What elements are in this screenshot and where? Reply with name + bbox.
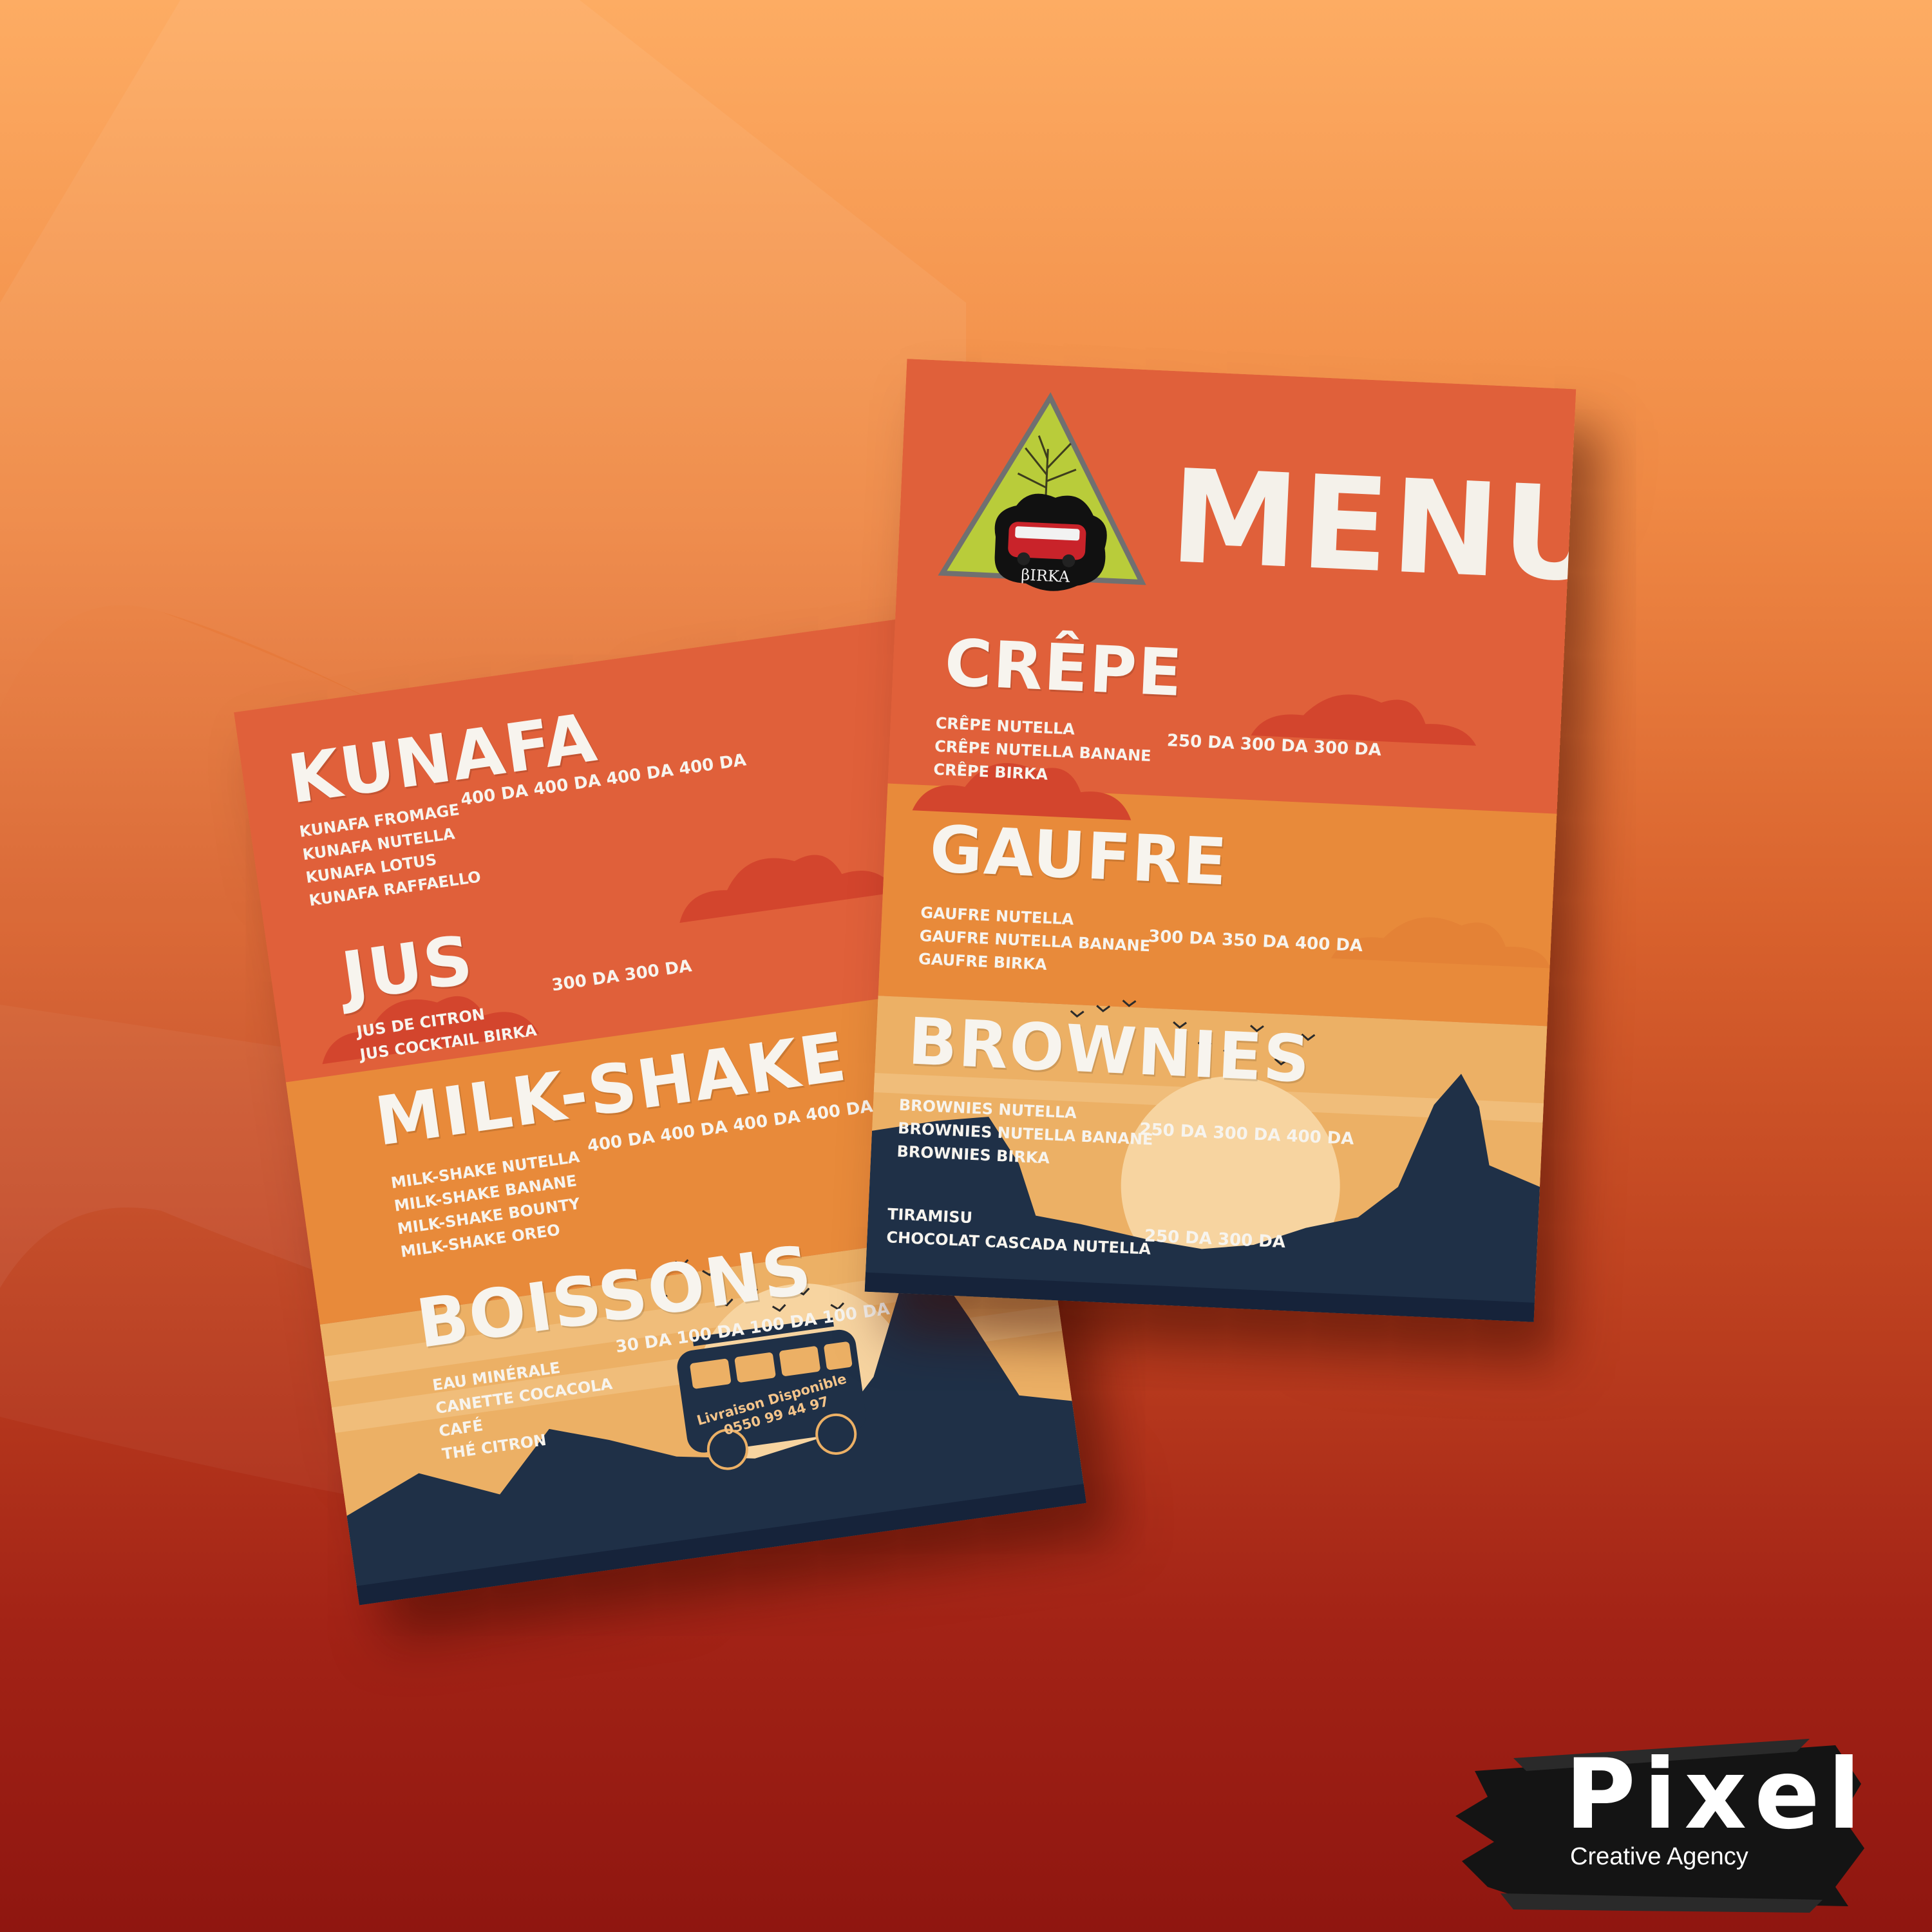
menu-item-price: 400 DA bbox=[1285, 1126, 1355, 1149]
menu-item-price: 400 DA bbox=[1294, 933, 1363, 956]
section-gaufre: GAUFRE bbox=[928, 811, 1229, 900]
section-title-crepe: CRÊPE bbox=[943, 625, 1185, 712]
pixel-agency-logo: Pixel Creative Agency bbox=[1449, 1732, 1868, 1919]
menu-title: MENU bbox=[1167, 442, 1577, 612]
brownies-item-list: BROWNIES NUTELLA BROWNIES NUTELLA BANANE… bbox=[896, 1094, 1155, 1175]
logo-text: βIRKA bbox=[1021, 566, 1071, 586]
birka-logo: βIRKA bbox=[938, 392, 1146, 591]
brand-tagline: Creative Agency bbox=[1570, 1843, 1748, 1870]
section-crepe: CRÊPE bbox=[943, 625, 1184, 711]
gaufre-item-list: GAUFRE NUTELLA GAUFRE NUTELLA BANANE GAU… bbox=[918, 901, 1151, 981]
menu-item-price: 250 DA bbox=[1144, 1226, 1213, 1249]
brand-name: Pixel bbox=[1565, 1739, 1869, 1851]
mockup-scene: KUNAFA KUNAFA FROMAGE KUNAFA NUTELLA KUN… bbox=[0, 0, 1932, 1932]
menu-item-price: 300 DA bbox=[1148, 927, 1217, 949]
menu-item-price: 250 DA bbox=[1139, 1119, 1208, 1142]
menu-item-price: 250 DA bbox=[1166, 731, 1235, 753]
section-title-gaufre: GAUFRE bbox=[928, 811, 1230, 900]
menu-item-price: 300 DA bbox=[1240, 734, 1309, 757]
menu-item-price: 30 DA bbox=[614, 1330, 673, 1358]
menu-item-price: 350 DA bbox=[1221, 930, 1290, 953]
menu-item-price: 300 DA bbox=[1217, 1229, 1286, 1253]
front-menu-card: βIRKA MENU CRÊPE CRÊPE NUTELLA CRÊPE NUT… bbox=[864, 359, 1577, 1322]
crepe-item-list: CRÊPE NUTELLA CRÊPE NUTELLA BANANE CRÊPE… bbox=[933, 712, 1153, 791]
menu-item-price: 300 DA bbox=[1212, 1122, 1282, 1146]
menu-item-price: 300 DA bbox=[1313, 737, 1382, 761]
